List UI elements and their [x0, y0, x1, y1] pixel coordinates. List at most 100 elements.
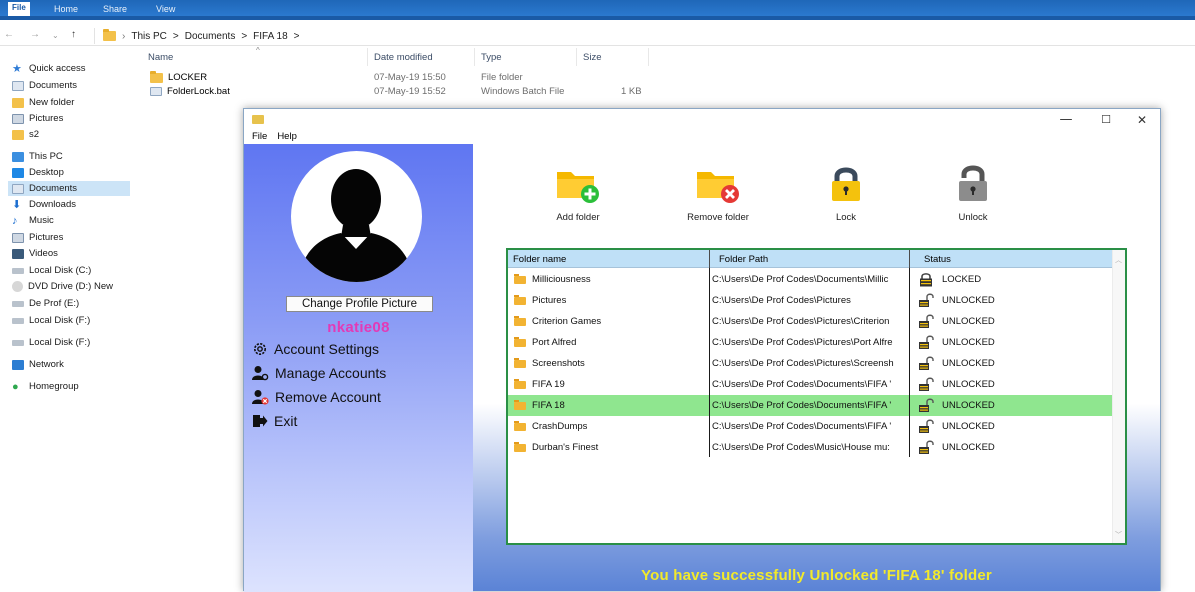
header-folder-name[interactable]: Folder name — [513, 254, 566, 265]
unlock-button[interactable]: Unlock — [923, 164, 1023, 223]
ribbon-tab-share[interactable]: Share — [103, 4, 127, 14]
table-row[interactable]: FIFA 19 C:\Users\De Prof Codes\Documents\… — [508, 374, 1112, 395]
remove-user-icon — [252, 390, 269, 405]
breadcrumb-sep: > — [172, 30, 179, 42]
file-row[interactable]: FolderLock.bat — [150, 85, 230, 98]
unlocked-icon — [919, 398, 934, 412]
column-header-date[interactable]: Date modified — [374, 52, 433, 63]
cell-folder-path: C:\Users\De Prof Codes\Pictures — [712, 295, 851, 306]
unlocked-icon — [919, 293, 934, 307]
breadcrumb-documents[interactable]: Documents — [185, 31, 236, 42]
scroll-down-icon[interactable]: ﹀ — [1115, 530, 1122, 540]
table-row[interactable]: Pictures C:\Users\De Prof Codes\Pictures U… — [508, 290, 1112, 311]
column-header-type[interactable]: Type — [481, 52, 502, 63]
nav-local-f-root[interactable]: Local Disk (F:) — [12, 335, 90, 350]
cell-folder-path: C:\Users\De Prof Codes\Pictures\Criterio… — [712, 316, 890, 327]
cell-folder-path: C:\Users\De Prof Codes\Pictures\Port Alf… — [712, 337, 893, 348]
menu-file[interactable]: File — [252, 131, 267, 144]
video-icon — [12, 248, 24, 259]
nav-s2[interactable]: s2 — [12, 127, 39, 142]
dvd-icon — [12, 281, 23, 292]
nav-homegroup[interactable]: ● Homegroup — [12, 379, 79, 394]
explorer-ribbon: File Home Share View — [0, 0, 1195, 20]
breadcrumb-sep: > — [241, 30, 248, 42]
ribbon-tab-file[interactable]: File — [8, 2, 30, 16]
table-row[interactable]: Milliciousness C:\Users\De Prof Codes\Doc… — [508, 269, 1112, 290]
document-icon — [12, 80, 24, 91]
nav-pictures-pc[interactable]: Pictures — [12, 230, 63, 245]
exit-button[interactable]: Exit — [252, 413, 297, 429]
table-row[interactable]: Port Alfred C:\Users\De Prof Codes\Pictur… — [508, 332, 1112, 353]
user-silhouette-icon — [299, 169, 413, 282]
nav-network[interactable]: Network — [12, 357, 64, 372]
column-header-size[interactable]: Size — [583, 52, 601, 63]
header-status[interactable]: Status — [924, 254, 951, 265]
folder-icon — [514, 358, 526, 368]
manage-accounts-button[interactable]: Manage Accounts — [252, 365, 386, 381]
breadcrumb-fifa18[interactable]: FIFA 18 — [253, 31, 287, 42]
document-icon — [12, 183, 24, 194]
folder-icon — [514, 379, 526, 389]
nav-desktop[interactable]: Desktop — [12, 165, 64, 180]
table-row[interactable]: FIFA 18 C:\Users\De Prof Codes\Documents\… — [508, 395, 1112, 416]
column-header-name[interactable]: Name — [148, 52, 173, 63]
scroll-up-icon[interactable]: ︿ — [1115, 255, 1122, 265]
change-profile-picture-button[interactable]: Change Profile Picture — [286, 296, 433, 312]
header-folder-path[interactable]: Folder Path — [719, 254, 768, 265]
table-row[interactable]: Criterion Games C:\Users\De Prof Codes\Pi… — [508, 311, 1112, 332]
up-arrow-icon[interactable]: ↑ — [71, 29, 76, 40]
lock-button[interactable]: Lock — [796, 164, 896, 223]
cell-status: LOCKED — [942, 274, 982, 285]
nav-dvd[interactable]: DVD Drive (D:) New — [12, 279, 113, 294]
unlocked-icon — [919, 335, 934, 349]
table-row[interactable]: Screenshots C:\Users\De Prof Codes\Pictur… — [508, 353, 1112, 374]
folder-icon — [12, 97, 24, 108]
title-bar[interactable]: — ☐ ✕ — [244, 109, 1160, 131]
homegroup-icon: ● — [12, 380, 19, 393]
ribbon-tab-home[interactable]: Home — [54, 4, 78, 14]
nav-downloads[interactable]: ⬇ Downloads — [12, 197, 76, 212]
nav-documents[interactable]: Documents — [12, 78, 77, 93]
remove-folder-button[interactable]: Remove folder — [668, 164, 768, 223]
back-arrow-icon[interactable]: ← — [4, 29, 14, 40]
nav-local-c[interactable]: Local Disk (C:) — [12, 263, 91, 278]
folder-icon — [514, 316, 526, 326]
cell-folder-name: Screenshots — [532, 358, 585, 369]
nav-videos[interactable]: Videos — [12, 246, 58, 261]
forward-arrow-icon[interactable]: → — [30, 29, 40, 40]
cell-status: UNLOCKED — [942, 442, 995, 453]
main-panel: Add folder Remove folder Lock Unlock Fol… — [473, 144, 1160, 591]
table-row[interactable]: CrashDumps C:\Users\De Prof Codes\Documen… — [508, 416, 1112, 437]
folder-icon — [514, 295, 526, 305]
cell-folder-name: Criterion Games — [532, 316, 602, 327]
cell-status: UNLOCKED — [942, 316, 995, 327]
close-button[interactable]: ✕ — [1126, 111, 1158, 129]
table-row[interactable]: Durban's Finest C:\Users\De Prof Codes\Mu… — [508, 437, 1112, 458]
nav-new-folder[interactable]: New folder — [12, 95, 74, 110]
menu-help[interactable]: Help — [277, 131, 297, 144]
table-scrollbar[interactable]: ︿ ﹀ — [1112, 250, 1125, 543]
folderlock-window: — ☐ ✕ File Help Change Profile Picture n… — [243, 108, 1161, 592]
desktop-icon — [12, 167, 24, 178]
remove-folder-icon — [697, 172, 739, 203]
nav-music[interactable]: ♪ Music — [12, 213, 54, 228]
nav-quick-access[interactable]: ★ Quick access — [12, 61, 86, 76]
nav-local-f[interactable]: Local Disk (F:) — [12, 313, 90, 328]
file-row[interactable]: LOCKER — [150, 70, 207, 84]
breadcrumb[interactable]: › This PC > Documents > FIFA 18 > — [94, 28, 299, 44]
maximize-button[interactable]: ☐ — [1090, 111, 1122, 129]
cell-folder-path: C:\Users\De Prof Codes\Music\House mu: — [712, 442, 890, 453]
cell-status: UNLOCKED — [942, 400, 995, 411]
nav-this-pc[interactable]: This PC — [12, 149, 63, 164]
ribbon-tab-view[interactable]: View — [156, 4, 175, 14]
folder-icon — [514, 442, 526, 452]
nav-pictures[interactable]: Pictures — [12, 111, 63, 126]
account-settings-button[interactable]: Account Settings — [252, 341, 379, 357]
minimize-button[interactable]: — — [1050, 111, 1082, 129]
add-folder-button[interactable]: Add folder — [528, 164, 628, 223]
nav-documents-pc[interactable]: Documents — [8, 181, 130, 196]
nav-de-prof[interactable]: De Prof (E:) — [12, 296, 79, 311]
breadcrumb-this-pc[interactable]: This PC — [131, 31, 167, 42]
recent-dropdown-icon[interactable]: ⌄ — [52, 31, 59, 40]
remove-account-button[interactable]: Remove Account — [252, 389, 381, 405]
